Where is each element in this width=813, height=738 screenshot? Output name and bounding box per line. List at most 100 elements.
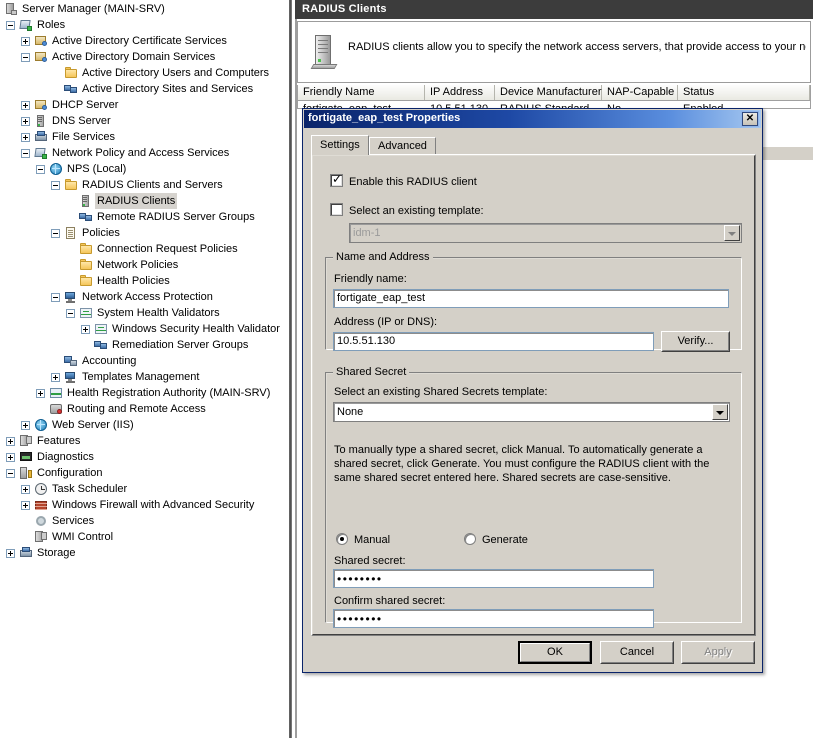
tree-root-server-manager[interactable]: Server Manager (MAIN-SRV) [0, 1, 286, 17]
column-header-friendly-name[interactable]: Friendly Name [298, 85, 425, 100]
cancel-button[interactable]: Cancel [600, 641, 674, 664]
sidebar-item-network-policy-and-access-services[interactable]: Network Policy and Access Services [0, 145, 286, 161]
collapse-icon[interactable] [51, 181, 60, 190]
sidebar-item-accounting[interactable]: Accounting [0, 353, 286, 369]
sidebar-item-dhcp-server[interactable]: DHCP Server [0, 97, 286, 113]
radius-server-icon [310, 35, 338, 69]
column-header-nap-capable[interactable]: NAP-Capable [602, 85, 678, 100]
tree-item-label: System Health Validators [97, 307, 220, 319]
shared-secret-template-combobox[interactable]: None [333, 402, 730, 422]
settings-tab-panel: Enable this RADIUS client Select an exis… [311, 154, 756, 636]
sidebar-item-radius-clients-and-servers[interactable]: RADIUS Clients and Servers [0, 177, 286, 193]
sidebar-item-file-services[interactable]: File Services [0, 129, 286, 145]
dialog-title-bar[interactable]: fortigate_eap_test Properties ✕ [304, 110, 761, 128]
column-header-status[interactable]: Status [678, 85, 810, 100]
clock-icon-wrap [34, 482, 48, 496]
dialog-tabs[interactable]: Settings Advanced [311, 135, 756, 155]
address-input[interactable]: 10.5.51.130 [333, 332, 654, 351]
roles-icon [19, 18, 33, 32]
confirm-shared-secret-input[interactable]: •••••••• [333, 609, 654, 628]
collapse-icon[interactable] [21, 53, 30, 62]
shared-secret-input[interactable]: •••••••• [333, 569, 654, 588]
collapse-icon[interactable] [6, 469, 15, 478]
expand-icon[interactable] [21, 37, 30, 46]
sidebar-item-dns-server[interactable]: DNS Server [0, 113, 286, 129]
sidebar-item-health-registration-authority-main-srv[interactable]: Health Registration Authority (MAIN-SRV) [0, 385, 286, 401]
collapse-icon[interactable] [36, 165, 45, 174]
expand-icon[interactable] [21, 133, 30, 142]
sidebar-item-active-directory-domain-services[interactable]: Active Directory Domain Services [0, 49, 286, 65]
pane-splitter[interactable] [286, 0, 295, 738]
chevron-down-icon[interactable] [712, 404, 728, 420]
sidebar-item-active-directory-certificate-services[interactable]: Active Directory Certificate Services [0, 33, 286, 49]
sidebar-item-active-directory-sites-and-services[interactable]: Active Directory Sites and Services [0, 81, 286, 97]
sidebar-item-remediation-server-groups[interactable]: Remediation Server Groups [0, 337, 286, 353]
expand-icon[interactable] [6, 437, 15, 446]
sidebar-item-network-access-protection[interactable]: Network Access Protection [0, 289, 286, 305]
sidebar-item-network-policies[interactable]: Network Policies [0, 257, 286, 273]
sidebar-item-health-policies[interactable]: Health Policies [0, 273, 286, 289]
sidebar-item-configuration[interactable]: Configuration [0, 465, 286, 481]
generate-radio[interactable] [464, 533, 476, 545]
sidebar-item-services[interactable]: Services [0, 513, 286, 529]
apply-button[interactable]: Apply [681, 641, 755, 664]
sidebar-item-wmi-control[interactable]: WMI Control [0, 529, 286, 545]
sidebar-item-active-directory-users-and-computers[interactable]: Active Directory Users and Computers [0, 65, 286, 81]
sidebar-item-system-health-validators[interactable]: System Health Validators [0, 305, 286, 321]
template-combobox[interactable]: idm-1 [349, 223, 742, 243]
expand-icon[interactable] [6, 453, 15, 462]
sidebar-item-task-scheduler[interactable]: Task Scheduler [0, 481, 286, 497]
address-label: Address (IP or DNS): [334, 316, 438, 328]
computers-icon-wrap [64, 82, 78, 96]
expand-icon[interactable] [21, 485, 30, 494]
column-header-ip-address[interactable]: IP Address [425, 85, 495, 100]
verify-button[interactable]: Verify... [661, 331, 730, 352]
ok-button[interactable]: OK [518, 641, 592, 664]
expand-icon[interactable] [6, 549, 15, 558]
expand-icon[interactable] [81, 325, 90, 334]
friendly-name-input[interactable]: fortigate_eap_test [333, 289, 729, 308]
tab-settings[interactable]: Settings [311, 135, 369, 155]
collapse-icon[interactable] [21, 149, 30, 158]
sidebar-item-web-server-iis[interactable]: Web Server (IIS) [0, 417, 286, 433]
expand-icon[interactable] [21, 101, 30, 110]
chevron-down-icon[interactable] [724, 225, 740, 241]
dhcp-icon [34, 98, 48, 112]
template-combobox-value: idm-1 [349, 223, 742, 243]
select-template-checkbox[interactable] [330, 203, 343, 216]
expand-icon[interactable] [21, 421, 30, 430]
enable-radius-client-checkbox[interactable] [330, 172, 343, 187]
sidebar-item-remote-radius-server-groups[interactable]: Remote RADIUS Server Groups [0, 209, 286, 225]
expand-icon[interactable] [21, 501, 30, 510]
close-icon[interactable]: ✕ [741, 111, 759, 127]
sidebar-item-nps-local[interactable]: NPS (Local) [0, 161, 286, 177]
firewall-icon [34, 498, 48, 512]
sidebar-item-windows-firewall-with-advanced-security[interactable]: Windows Firewall with Advanced Security [0, 497, 286, 513]
tree-item-label: Windows Security Health Validator [112, 323, 280, 335]
manual-radio[interactable] [336, 533, 348, 545]
sidebar-item-templates-management[interactable]: Templates Management [0, 369, 286, 385]
column-header-device-manufacturer[interactable]: Device Manufacturer [495, 85, 602, 100]
sidebar-item-radius-clients[interactable]: RADIUS Clients [0, 193, 286, 209]
tab-advanced[interactable]: Advanced [369, 137, 436, 155]
storage-icon [19, 546, 33, 560]
tree-item-label: RADIUS Clients and Servers [82, 179, 223, 191]
expand-icon[interactable] [36, 389, 45, 398]
sidebar-item-roles[interactable]: Roles [0, 17, 286, 33]
collapse-icon[interactable] [66, 309, 75, 318]
sidebar-item-connection-request-policies[interactable]: Connection Request Policies [0, 241, 286, 257]
list-column-headers[interactable]: Friendly Name IP Address Device Manufactur… [297, 85, 811, 101]
collapse-icon[interactable] [51, 229, 60, 238]
sidebar-item-features[interactable]: Features [0, 433, 286, 449]
collapse-icon[interactable] [51, 293, 60, 302]
sidebar-item-windows-security-health-validator[interactable]: Windows Security Health Validator [0, 321, 286, 337]
sidebar-item-policies[interactable]: Policies [0, 225, 286, 241]
server-manager-tree-pane[interactable]: Server Manager (MAIN-SRV) Roles Active Dir… [0, 0, 286, 738]
sidebar-item-diagnostics[interactable]: Diagnostics [0, 449, 286, 465]
folder-icon-wrap [64, 66, 78, 80]
expand-icon[interactable] [21, 117, 30, 126]
sidebar-item-routing-and-remote-access[interactable]: Routing and Remote Access [0, 401, 286, 417]
collapse-icon[interactable] [6, 21, 15, 30]
expand-icon[interactable] [51, 373, 60, 382]
sidebar-item-storage[interactable]: Storage [0, 545, 286, 561]
